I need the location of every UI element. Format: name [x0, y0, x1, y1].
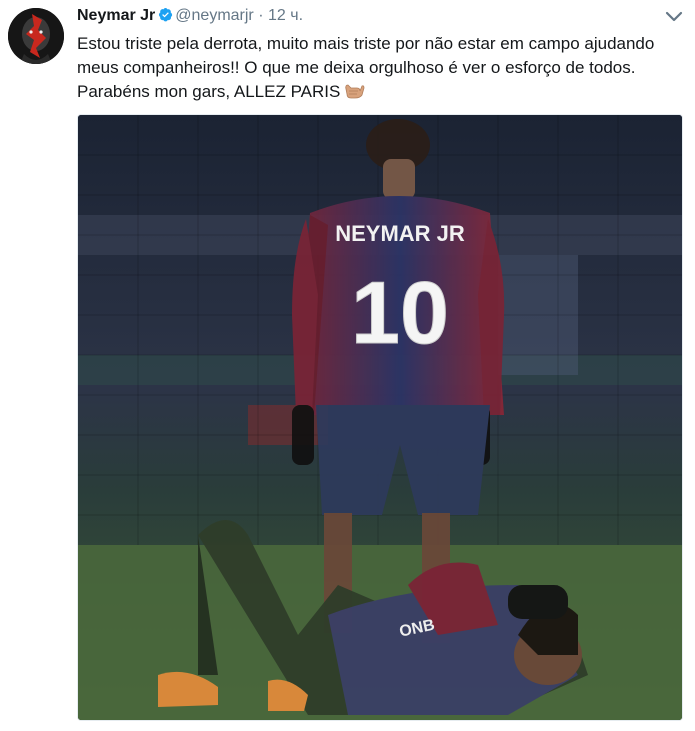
avatar[interactable] [8, 8, 64, 64]
jersey-number: 10 [351, 263, 449, 362]
tweet-header: Neymar Jr @neymarjr · 12 ч. [77, 6, 303, 28]
call-me-hand-emoji-icon [343, 80, 365, 107]
jersey-name: NEYMAR JR [335, 221, 465, 246]
verified-badge-icon [158, 7, 173, 28]
author-handle[interactable]: @neymarjr [175, 7, 253, 24]
tweet-text-line-1: Estou triste pela derrota, muito mais tr… [77, 34, 655, 53]
tweet-text: Estou triste pela derrota, muito mais tr… [77, 32, 677, 107]
photo-illustration: NEYMAR JR 10 ONB [78, 115, 682, 720]
tweet-text-line-3: Parabéns mon gars, ALLEZ PARIS [77, 82, 341, 101]
tweet-text-line-2: meus companheiros!! O que me deixa orgul… [77, 58, 636, 77]
chevron-down-icon[interactable] [665, 10, 683, 28]
tweet-timestamp[interactable]: 12 ч. [268, 7, 303, 24]
tweet-photo[interactable]: NEYMAR JR 10 ONB [77, 114, 683, 721]
separator-dot: · [258, 7, 264, 24]
avatar-image [8, 8, 64, 64]
author-name[interactable]: Neymar Jr [77, 7, 155, 24]
